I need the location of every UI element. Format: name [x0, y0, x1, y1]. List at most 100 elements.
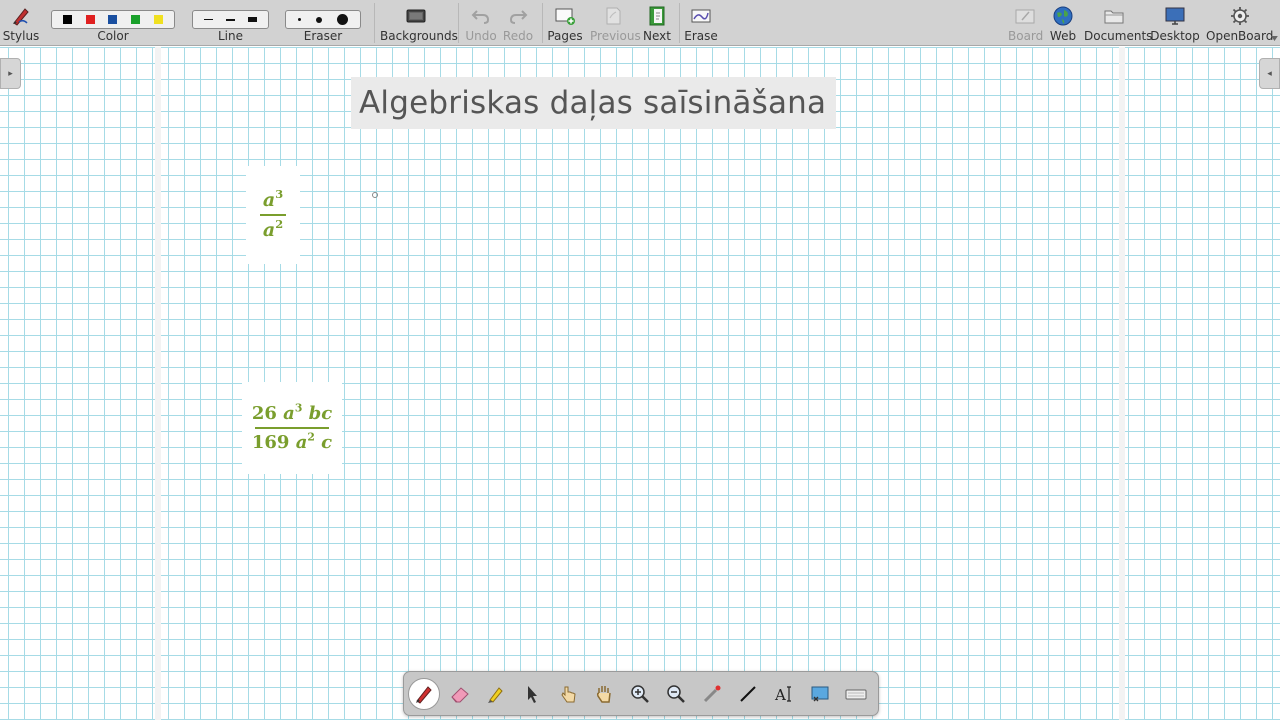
toolbar-divider	[679, 3, 680, 43]
svg-text:A: A	[774, 686, 786, 704]
line-tool-button[interactable]	[732, 678, 764, 710]
right-palette-toggle[interactable]: ◂	[1259, 58, 1280, 89]
previous-label: Previous	[590, 29, 641, 43]
eraser-group: Eraser	[285, 0, 361, 46]
formula-1-num-exp: 3	[275, 187, 284, 202]
left-palette-toggle[interactable]: ▸	[0, 58, 21, 89]
next-label: Next	[643, 29, 671, 43]
canvas-dot-mark	[372, 192, 378, 198]
openboard-menu-button[interactable]: OpenBoard	[1204, 0, 1278, 46]
zoom-out-tool-button[interactable]	[660, 678, 692, 710]
formula-2[interactable]: 26 a3 bc 169 a2 c	[242, 382, 342, 474]
board-title-textbox[interactable]: Algebriskas daļas saīsināšana	[351, 77, 836, 129]
board-label: Board	[1008, 29, 1044, 43]
stylus-icon	[13, 8, 29, 26]
next-button[interactable]: Next	[641, 0, 673, 46]
tool-palette: A	[403, 671, 879, 716]
formula-2-num-var: a	[283, 403, 295, 424]
line-medium-option[interactable]	[225, 18, 235, 21]
undo-label: Undo	[465, 29, 497, 43]
color-selector	[51, 10, 175, 29]
web-button[interactable]: Web	[1046, 0, 1080, 46]
web-label: Web	[1049, 29, 1077, 43]
backgrounds-icon	[406, 9, 426, 23]
page-boundary-right	[1119, 47, 1125, 720]
stylus-button[interactable]: Stylus	[2, 0, 40, 46]
line-icon	[740, 686, 756, 702]
capture-tool-button[interactable]	[804, 678, 836, 710]
highlighter-tool-button[interactable]	[480, 678, 512, 710]
redo-button[interactable]: Redo	[501, 0, 535, 46]
redo-label: Redo	[502, 29, 534, 43]
formula-2-den-exp: 2	[307, 430, 315, 444]
folder-icon	[1104, 10, 1124, 24]
text-icon: A	[774, 686, 791, 704]
formula-2-den-coef: 169	[251, 432, 290, 453]
color-group: Color	[50, 0, 176, 46]
backgrounds-button[interactable]: Backgrounds	[380, 0, 458, 46]
formula-1-num-base: a	[262, 189, 276, 211]
board-button[interactable]: Board	[1008, 0, 1044, 46]
line-thick-option[interactable]	[248, 17, 258, 22]
formula-2-numerator: 26 a3 bc	[252, 403, 332, 424]
formula-2-num-coef: 26	[251, 403, 277, 424]
text-tool-button[interactable]: A	[768, 678, 800, 710]
toolbar-divider	[374, 3, 375, 43]
laser-icon	[703, 685, 721, 703]
eraser-size-selector	[285, 10, 361, 29]
eraser-tool-button[interactable]	[444, 678, 476, 710]
pen-tool-button[interactable]	[408, 678, 440, 710]
zoom-in-icon	[631, 685, 649, 703]
pen-icon	[416, 686, 432, 704]
collapse-arrow-icon: ◂	[1267, 68, 1272, 79]
next-page-icon	[649, 6, 665, 26]
formula-1[interactable]: a3 a2	[246, 166, 300, 264]
eraser-icon	[451, 687, 469, 703]
eraser-small-option[interactable]	[297, 18, 301, 21]
formula-2-denominator: 169 a2 c	[252, 432, 332, 453]
desktop-button[interactable]: Desktop	[1150, 0, 1200, 46]
gear-icon	[1231, 7, 1249, 25]
keyboard-icon	[845, 689, 867, 700]
color-swatch-red[interactable]	[85, 15, 95, 24]
eraser-large-option[interactable]	[337, 14, 349, 25]
chevron-down-icon	[1271, 36, 1278, 41]
interact-tool-button[interactable]	[552, 678, 584, 710]
previous-page-icon	[606, 7, 621, 25]
erase-button[interactable]: Erase	[684, 0, 718, 46]
formula-1-denominator: a2	[263, 217, 284, 241]
formula-2-num-rest: bc	[308, 403, 333, 424]
board-canvas[interactable]	[0, 47, 1280, 720]
color-swatch-blue[interactable]	[108, 15, 118, 24]
desktop-label: Desktop	[1150, 29, 1200, 43]
undo-button[interactable]: Undo	[464, 0, 498, 46]
pages-label: Pages	[547, 29, 583, 43]
color-swatch-green[interactable]	[131, 15, 141, 24]
formula-2-den-var: a	[295, 432, 308, 453]
capture-icon	[811, 686, 829, 702]
eraser-label: Eraser	[303, 29, 343, 43]
documents-button[interactable]: Documents	[1084, 0, 1152, 46]
monitor-icon	[1165, 7, 1185, 25]
keyboard-tool-button[interactable]	[840, 678, 872, 710]
openboard-label: OpenBoard	[1206, 29, 1274, 43]
top-toolbar: Stylus Color Line Eraser Backgrounds Und…	[0, 0, 1280, 46]
formula-2-fraction-bar	[255, 427, 329, 429]
formula-1-den-exp: 2	[275, 217, 284, 232]
backgrounds-label: Backgrounds	[380, 29, 458, 43]
highlighter-icon	[488, 687, 503, 703]
hand-tool-button[interactable]	[588, 678, 620, 710]
line-thin-option[interactable]	[203, 19, 213, 20]
zoom-out-icon	[667, 685, 685, 703]
color-swatch-black[interactable]	[62, 15, 72, 24]
pages-button[interactable]: Pages	[547, 0, 583, 46]
eraser-medium-option[interactable]	[315, 16, 322, 23]
line-group: Line	[192, 0, 269, 46]
previous-button[interactable]: Previous	[590, 0, 641, 46]
select-tool-button[interactable]	[516, 678, 548, 710]
toolbar-divider	[542, 3, 543, 43]
zoom-in-tool-button[interactable]	[624, 678, 656, 710]
laser-pointer-tool-button[interactable]	[696, 678, 728, 710]
color-swatch-yellow[interactable]	[154, 15, 164, 24]
expand-arrow-icon: ▸	[8, 68, 13, 79]
